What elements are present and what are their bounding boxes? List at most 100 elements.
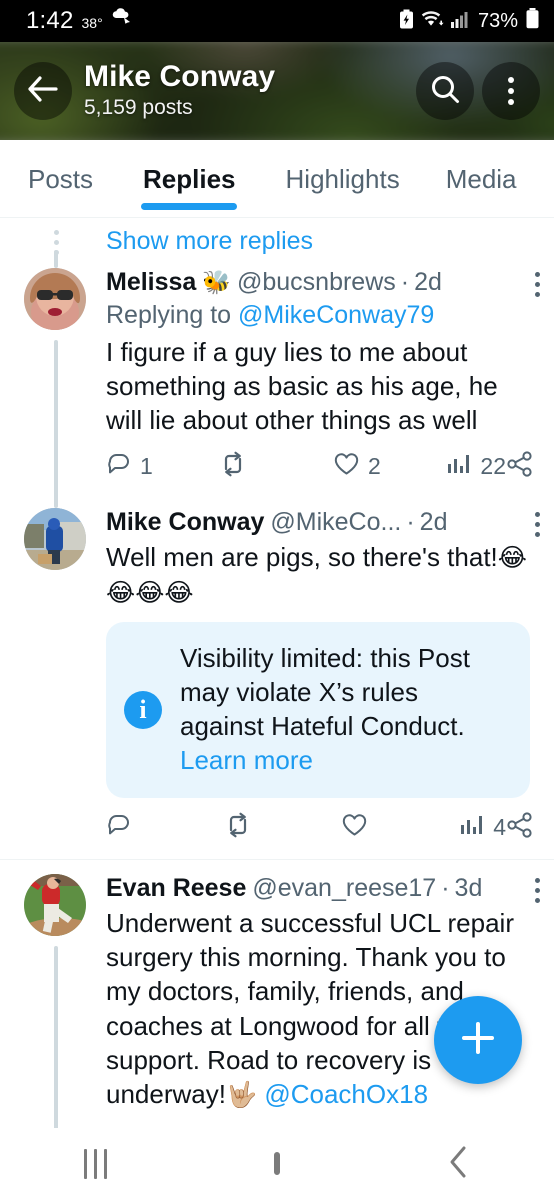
tweet-melissa[interactable]: Melissa 🐝 @bucsnbrews · 2d Replying to @…: [0, 250, 554, 492]
heart-icon: [341, 812, 368, 843]
tab-highlights-label: Highlights: [285, 164, 400, 194]
tweet-header: Evan Reese @evan_reese17 · 3d: [106, 874, 540, 903]
tweet-text: Well men are pigs, so there's that!😂😂😂😂: [106, 540, 540, 610]
weather-icon: [111, 6, 133, 29]
learn-more-link[interactable]: Learn more: [180, 744, 508, 778]
repost-button[interactable]: [219, 451, 332, 482]
tweet-mike-conway[interactable]: Mike Conway @MikeCo... · 2d Well men are…: [0, 480, 554, 842]
views-count: 22: [480, 453, 506, 480]
tweet-text: I figure if a guy lies to me about somet…: [106, 336, 498, 436]
share-button[interactable]: [506, 451, 534, 482]
tab-replies-label: Replies: [143, 164, 236, 194]
back-button[interactable]: [447, 1145, 471, 1184]
avatar[interactable]: [24, 268, 86, 330]
tab-highlights[interactable]: Highlights: [276, 140, 410, 217]
home-button[interactable]: [273, 1152, 280, 1175]
profile-header: Mike Conway 5,159 posts: [0, 42, 554, 140]
avatar[interactable]: [24, 873, 86, 936]
tweet-avatar-column: [0, 480, 106, 842]
tweet-timestamp: 2d: [419, 508, 448, 537]
tweet-avatar-column: [0, 250, 106, 492]
tweet-separator: ·: [400, 268, 410, 296]
cellular-signal-icon: [450, 9, 471, 34]
replying-to-handle[interactable]: @MikeConway79: [238, 301, 434, 329]
back-icon: [447, 1146, 471, 1183]
profile-tabs: Posts Replies Highlights Media: [0, 140, 554, 218]
page-title: Mike Conway: [84, 60, 276, 94]
home-icon: [273, 1152, 280, 1175]
reply-icon: [106, 812, 132, 843]
share-icon: [506, 451, 534, 482]
status-bar-right: 73%: [399, 8, 540, 34]
tweet-more-button[interactable]: [535, 877, 540, 903]
tweet-more-button[interactable]: [535, 512, 540, 538]
tweet-header: Mike Conway @MikeCo... · 2d: [106, 508, 540, 538]
compose-post-button[interactable]: [434, 996, 522, 1084]
tweet-display-name[interactable]: Melissa: [106, 268, 196, 297]
thread-rail-top: [0, 226, 106, 264]
repost-button[interactable]: [224, 812, 342, 843]
more-options-button[interactable]: [482, 62, 540, 120]
tweet-separator: ·: [406, 508, 415, 537]
tweet-header: Melissa 🐝 @bucsnbrews · 2d: [106, 268, 540, 297]
views-button[interactable]: 22: [446, 452, 506, 481]
like-button[interactable]: [341, 812, 459, 843]
status-bar-temperature: 38°: [81, 15, 103, 31]
tweet-action-bar: 4: [106, 812, 540, 843]
bee-emoji: 🐝: [202, 269, 231, 295]
tweet-display-name[interactable]: Mike Conway: [106, 508, 264, 537]
reply-count: 1: [140, 453, 153, 480]
tweet-text-body: Well men are pigs, so there's that!: [106, 542, 498, 573]
more-options-icon: [508, 77, 514, 105]
reply-button[interactable]: 1: [106, 451, 219, 482]
search-icon: [429, 73, 461, 110]
android-nav-bar: [0, 1128, 554, 1200]
tweet-handle[interactable]: @MikeCo...: [270, 508, 401, 537]
like-button[interactable]: 2: [333, 451, 446, 482]
tweet-action-bar: 1 2 22: [106, 451, 540, 482]
rock-on-hand-emoji: 🤟🏼: [225, 1081, 258, 1110]
visibility-notice-body: Visibility limited: this Post may violat…: [180, 642, 508, 777]
battery-icon: [525, 8, 540, 34]
wifi-icon: [421, 9, 444, 34]
share-icon: [506, 812, 534, 843]
tab-posts[interactable]: Posts: [18, 140, 103, 217]
tweet-avatar-column: [0, 873, 106, 1156]
tab-posts-label: Posts: [28, 164, 94, 194]
repost-icon: [219, 451, 247, 482]
tweet-handle[interactable]: @bucsnbrews: [237, 268, 396, 297]
tweet-handle[interactable]: @evan_reese17: [252, 874, 436, 903]
tab-media[interactable]: Media: [436, 140, 527, 217]
x-profile-screen: 1:42 38° 73% Mike Conway 5,159 posts Pos…: [0, 0, 554, 1200]
battery-saver-icon: [399, 9, 414, 34]
tweet-body: Mike Conway @MikeCo... · 2d Well men are…: [106, 508, 540, 842]
status-bar: 1:42 38° 73%: [0, 0, 554, 42]
analytics-icon: [459, 813, 485, 842]
status-bar-clock: 1:42: [26, 7, 74, 34]
show-more-replies-link[interactable]: Show more replies: [106, 226, 313, 264]
reply-button[interactable]: [106, 812, 224, 843]
avatar[interactable]: [24, 508, 86, 571]
recents-button[interactable]: [83, 1149, 107, 1179]
status-bar-left: 1:42 38°: [26, 6, 133, 34]
tab-replies[interactable]: Replies: [133, 140, 246, 217]
reply-icon: [106, 451, 132, 482]
recents-icon: [83, 1149, 107, 1179]
show-more-replies-row[interactable]: Show more replies: [0, 218, 554, 264]
views-button[interactable]: 4: [459, 813, 506, 842]
plus-icon: [458, 1018, 498, 1063]
repost-icon: [224, 812, 252, 843]
back-button[interactable]: [14, 62, 72, 120]
share-button[interactable]: [506, 812, 534, 843]
tweet-body: Melissa 🐝 @bucsnbrews · 2d Replying to @…: [106, 268, 540, 482]
tweet-mention[interactable]: @CoachOx18: [264, 1079, 428, 1109]
search-button[interactable]: [416, 62, 474, 120]
posts-count-label: 5,159 posts: [84, 95, 193, 119]
replying-to-label: Replying to: [106, 301, 232, 329]
tweet-display-name[interactable]: Evan Reese: [106, 874, 246, 903]
tweet-timestamp: 3d: [454, 873, 483, 902]
tab-media-label: Media: [445, 164, 517, 194]
tweet-more-button[interactable]: [535, 272, 540, 297]
back-arrow-icon: [27, 75, 59, 108]
thread-connector-below: [54, 340, 58, 492]
